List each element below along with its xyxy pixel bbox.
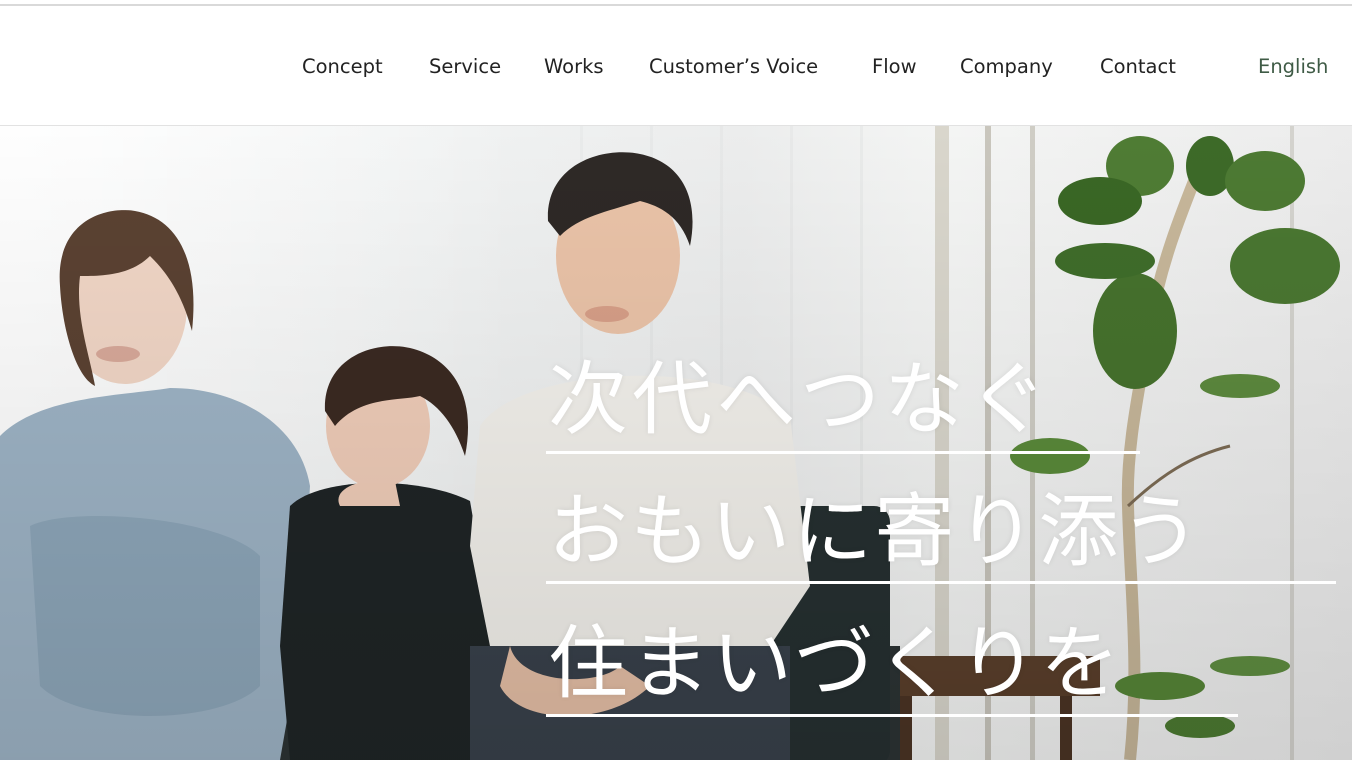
nav-link-service[interactable]: Service	[429, 55, 501, 79]
nav-link-contact[interactable]: Contact	[1100, 55, 1176, 79]
hero-section: 次代へつなぐ おもいに寄り添う 住まいづくりを	[0, 126, 1352, 760]
nav-link-customers-voice[interactable]: Customer’s Voice	[649, 55, 818, 79]
nav-link-company[interactable]: Company	[960, 55, 1053, 79]
nav-link-concept[interactable]: Concept	[302, 55, 383, 79]
site-header: Concept Service Works Customer’s Voice F…	[0, 6, 1352, 126]
headline-underline-2	[546, 581, 1336, 584]
nav-link-works[interactable]: Works	[544, 55, 604, 79]
nav-link-flow[interactable]: Flow	[872, 55, 917, 79]
headline-underline-1	[546, 451, 1140, 454]
language-switch-english[interactable]: English	[1258, 55, 1328, 79]
headline-underline-3	[546, 714, 1238, 717]
hero-headline-line-2: おもいに寄り添う	[548, 485, 1203, 578]
hero-headline-line-3: 住まいづくりを	[548, 617, 1122, 710]
hero-headline-line-1: 次代へつなぐ	[548, 353, 1052, 446]
